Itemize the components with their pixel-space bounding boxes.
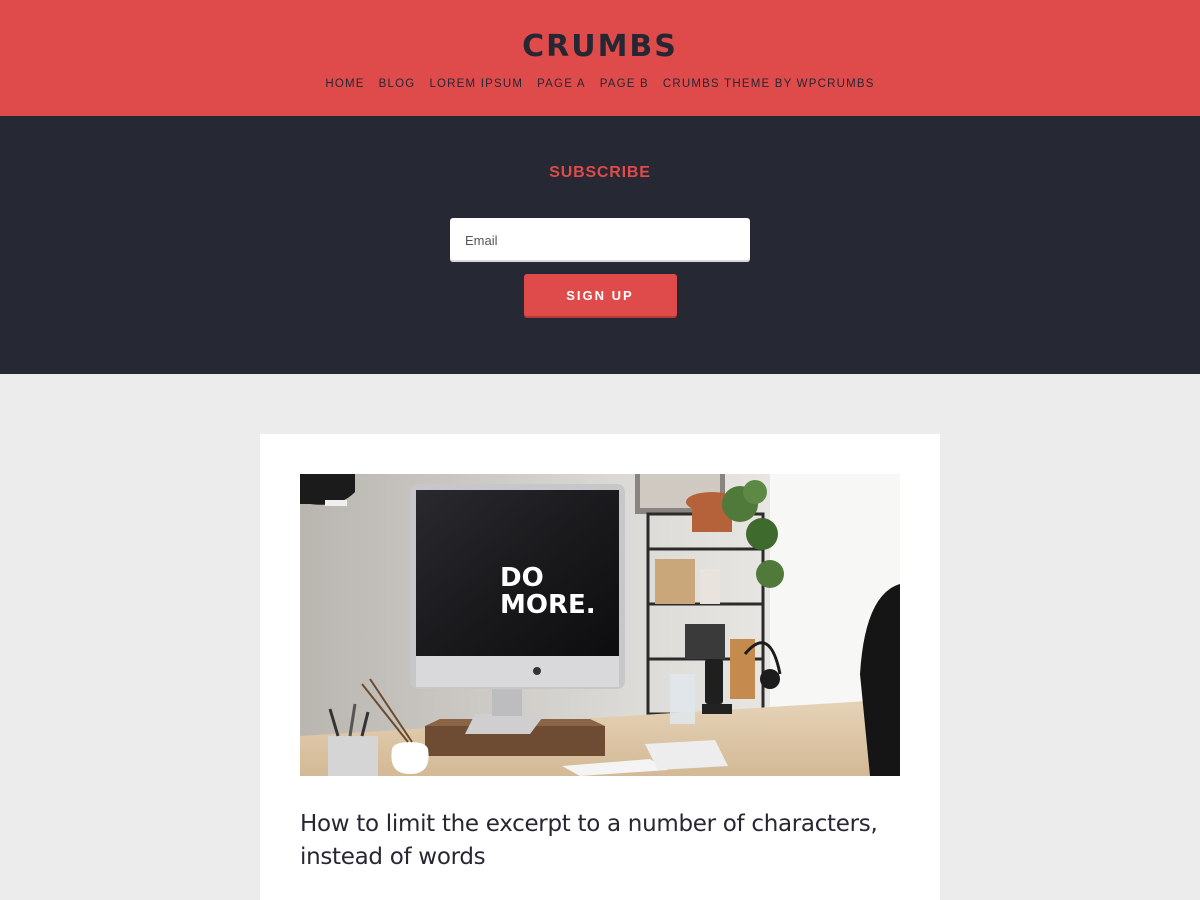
post-card: DO MORE. How to limit the excerpt to a n… — [260, 434, 940, 900]
post-title[interactable]: How to limit the excerpt to a number of … — [300, 808, 900, 874]
nav-item-home[interactable]: HOME — [325, 78, 364, 90]
desk-photo: DO MORE. — [300, 474, 900, 776]
screen-text-line2: MORE. — [500, 590, 596, 620]
subscribe-form: SIGN UP — [0, 218, 1200, 316]
nav-item-page-b[interactable]: PAGE B — [600, 78, 649, 90]
nav-item-lorem-ipsum[interactable]: LOREM IPSUM — [429, 78, 523, 90]
nav-item-blog[interactable]: BLOG — [379, 78, 416, 90]
content-area: DO MORE. How to limit the excerpt to a n… — [0, 374, 1200, 900]
sign-up-button[interactable]: SIGN UP — [523, 274, 677, 316]
nav-item-page-a[interactable]: PAGE A — [537, 78, 586, 90]
subscribe-section: SUBSCRIBE SIGN UP — [0, 116, 1200, 374]
nav-item-crumbs-theme[interactable]: CRUMBS THEME BY WPCRUMBS — [663, 78, 875, 90]
site-header: CRUMBS HOME BLOG LOREM IPSUM PAGE A PAGE… — [0, 0, 1200, 116]
email-input[interactable] — [450, 218, 750, 262]
post-featured-image[interactable]: DO MORE. — [300, 474, 900, 776]
screen-text-line1: DO — [500, 563, 544, 593]
subscribe-title: SUBSCRIBE — [549, 164, 651, 181]
site-title[interactable]: CRUMBS — [0, 29, 1200, 65]
main-nav: HOME BLOG LOREM IPSUM PAGE A PAGE B CRUM… — [0, 78, 1200, 90]
